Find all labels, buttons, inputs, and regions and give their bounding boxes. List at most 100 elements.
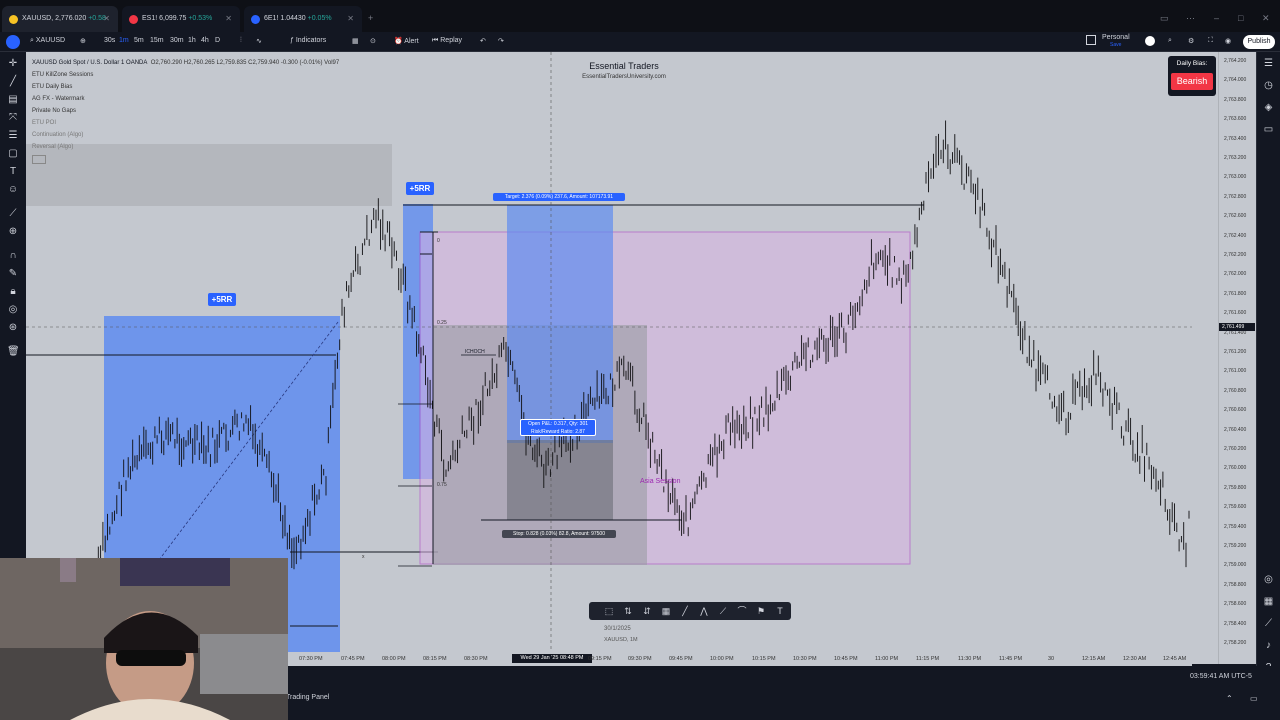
interval-30s[interactable]: 30s bbox=[104, 37, 115, 44]
ray-tool-icon[interactable]: ⟋ bbox=[717, 605, 729, 617]
stop-loss-zone[interactable] bbox=[507, 440, 613, 520]
chat-icon[interactable]: ▭ bbox=[1262, 124, 1275, 137]
collapse-panel-icon[interactable]: ⌃ bbox=[1226, 694, 1233, 703]
new-tab-icon[interactable]: + bbox=[368, 13, 373, 23]
settings-icon[interactable]: ⚙ bbox=[1188, 37, 1194, 45]
alert-button[interactable]: ⏰ Alert bbox=[394, 37, 419, 45]
crosshair-icon[interactable]: ✛ bbox=[7, 58, 19, 70]
screener-icon[interactable]: ⟋ bbox=[1262, 618, 1275, 631]
interval-30m[interactable]: 30m bbox=[170, 37, 184, 44]
interval-5m[interactable]: 5m bbox=[134, 37, 144, 44]
target-icon[interactable]: ◎ bbox=[1262, 574, 1275, 587]
publish-button[interactable]: Publish bbox=[1243, 35, 1275, 49]
magnet-icon[interactable]: ∩ bbox=[7, 250, 19, 262]
price-tick-label: 2,762.200 bbox=[1224, 252, 1247, 258]
indicator-reversal[interactable]: Reversal (Algo) bbox=[32, 141, 339, 153]
legend-title[interactable]: XAUUSD Gold Spot / U.S. Dollar 1 OANDA bbox=[32, 60, 147, 66]
fib-icon[interactable]: ▤ bbox=[7, 94, 19, 106]
close-tab-icon[interactable]: ✕ bbox=[347, 14, 354, 23]
layout-save[interactable]: Save bbox=[1110, 42, 1121, 48]
indicator-killzone[interactable]: ETU KillZone Sessions bbox=[32, 69, 339, 81]
indicator-watermark[interactable]: AG FX - Watermark bbox=[32, 93, 339, 105]
watchlist-icon[interactable]: ☰ bbox=[1262, 58, 1275, 71]
open-pnl-label[interactable]: Open P&L: 0.317, Qty: 301 Risk/Reward Ra… bbox=[520, 419, 596, 436]
clock-icon[interactable]: ◷ bbox=[1262, 80, 1275, 93]
symbol-search[interactable]: ⌕ XAUUSD bbox=[30, 37, 65, 45]
current-price-label: 2,761.499 bbox=[1219, 323, 1255, 331]
indicator-no-gaps[interactable]: Private No Gaps bbox=[32, 105, 339, 117]
close-tab-icon[interactable]: ✕ bbox=[225, 14, 232, 23]
curve-tool-icon[interactable]: ⌒ bbox=[736, 605, 748, 617]
compare-icon[interactable]: ⊕ bbox=[80, 37, 86, 45]
stop-label[interactable]: Stop: 0.828 (0.03%) 82.8, Amount: 97500 bbox=[502, 530, 616, 538]
maximize-icon[interactable]: □ bbox=[1238, 13, 1243, 23]
tab-xauusd[interactable]: XAUUSD, 2,776.020 +0.58 ✕ bbox=[2, 6, 118, 32]
interval-d[interactable]: D bbox=[215, 37, 220, 44]
bell-icon[interactable]: ♪ bbox=[1262, 640, 1275, 653]
indicator-continuation[interactable]: Continuation (Algo) bbox=[32, 129, 339, 141]
position-icon[interactable]: ☰ bbox=[7, 130, 19, 142]
path-tool-icon[interactable]: ⋀ bbox=[698, 605, 710, 617]
emoji-icon[interactable]: ☺ bbox=[7, 184, 19, 196]
long-position-icon[interactable]: ⇅ bbox=[622, 605, 634, 617]
layers-icon[interactable]: ◈ bbox=[1262, 102, 1275, 115]
layout-name[interactable]: Personal bbox=[1102, 34, 1130, 41]
line-chart-icon[interactable]: ∿ bbox=[256, 37, 262, 45]
redo-icon[interactable]: ↷ bbox=[498, 37, 504, 45]
interval-4h[interactable]: 4h bbox=[201, 37, 209, 44]
indicator-poi[interactable]: ETU POI bbox=[32, 117, 339, 129]
time-tick-label: 08:00 PM bbox=[382, 656, 406, 662]
flag-tool-icon[interactable]: ⚑ bbox=[755, 605, 767, 617]
indicator-daily-bias[interactable]: ETU Daily Bias bbox=[32, 81, 339, 93]
indicators-button[interactable]: ƒ Indicators bbox=[290, 37, 326, 44]
grid-icon[interactable]: ⋯ bbox=[1186, 13, 1195, 24]
replay-button[interactable]: ⏮ Replay bbox=[432, 37, 462, 45]
lock-icon[interactable]: 🔒︎ bbox=[7, 286, 19, 298]
layout-checkbox[interactable] bbox=[1086, 35, 1096, 45]
screen-icon[interactable]: ▭ bbox=[1160, 13, 1169, 24]
interval-1h[interactable]: 1h bbox=[188, 37, 196, 44]
undo-circle-icon[interactable]: ⊙ bbox=[370, 37, 376, 45]
minimize-icon[interactable]: – bbox=[1214, 13, 1219, 23]
pencil-icon[interactable]: ✎ bbox=[7, 268, 19, 280]
text-icon[interactable]: T bbox=[7, 166, 19, 178]
maximize-panel-icon[interactable]: ▭ bbox=[1250, 694, 1258, 703]
rr-badge-mid[interactable]: +5RR bbox=[406, 182, 434, 195]
line-tool-icon[interactable]: ╱ bbox=[679, 605, 691, 617]
camera-icon[interactable]: ◉ bbox=[1225, 37, 1231, 45]
quick-search-icon[interactable]: ⌕ bbox=[1168, 37, 1172, 45]
ruler-icon[interactable]: ⟋ bbox=[7, 208, 19, 220]
table-icon[interactable]: ▦ bbox=[660, 605, 672, 617]
zoom-icon[interactable]: ⊕ bbox=[7, 226, 19, 238]
close-tab-icon[interactable]: ✕ bbox=[103, 14, 110, 23]
fullscreen-icon[interactable]: ⛶ bbox=[1208, 37, 1213, 45]
trading-panel-tab[interactable]: Trading Panel bbox=[286, 694, 329, 701]
chart-type-icon[interactable]: ⫶ bbox=[240, 37, 242, 45]
text-tool-icon[interactable]: T bbox=[774, 605, 786, 617]
cloud-icon[interactable] bbox=[1145, 36, 1155, 46]
target-zone[interactable] bbox=[507, 205, 613, 443]
tab-6e1[interactable]: 6E1! 1.04430 +0.05% ✕ bbox=[244, 6, 362, 32]
select-tool-icon[interactable]: ⬚ bbox=[603, 605, 615, 617]
rr-badge-left[interactable]: +5RR bbox=[208, 293, 236, 306]
interval-15m[interactable]: 15m bbox=[150, 37, 164, 44]
short-position-icon[interactable]: ⇵ bbox=[641, 605, 653, 617]
globe-icon[interactable]: ⊛ bbox=[7, 322, 19, 334]
tab-es1[interactable]: ES1! 6,099.75 +0.53% ✕ bbox=[122, 6, 240, 32]
close-window-icon[interactable]: ✕ bbox=[1262, 13, 1270, 24]
calendar-icon[interactable]: ▦ bbox=[1262, 596, 1275, 609]
target-label[interactable]: Target: 2.376 (0.09%) 237.6, Amount: 107… bbox=[493, 193, 625, 201]
undo-icon[interactable]: ↶ bbox=[480, 37, 486, 45]
templates-icon[interactable]: ▦ bbox=[352, 37, 359, 45]
utc-clock[interactable]: 03:59:41 AM UTC-5 bbox=[1190, 673, 1252, 680]
hide-icon[interactable]: ◎ bbox=[7, 304, 19, 316]
time-tick-label: 09:30 PM bbox=[628, 656, 652, 662]
avatar[interactable] bbox=[6, 35, 20, 49]
trend-line-icon[interactable]: ╱ bbox=[7, 76, 19, 88]
price-axis[interactable]: 2,764.200 2,764.000 2,763.800 2,763.600 2,76… bbox=[1218, 52, 1256, 664]
collapse-legend-icon[interactable] bbox=[32, 155, 46, 164]
pattern-icon[interactable]: ⤧ bbox=[7, 112, 19, 124]
trash-icon[interactable]: 🗑︎ bbox=[7, 346, 20, 358]
shape-icon[interactable]: ▢ bbox=[7, 148, 19, 160]
interval-1m[interactable]: 1m bbox=[119, 37, 129, 44]
